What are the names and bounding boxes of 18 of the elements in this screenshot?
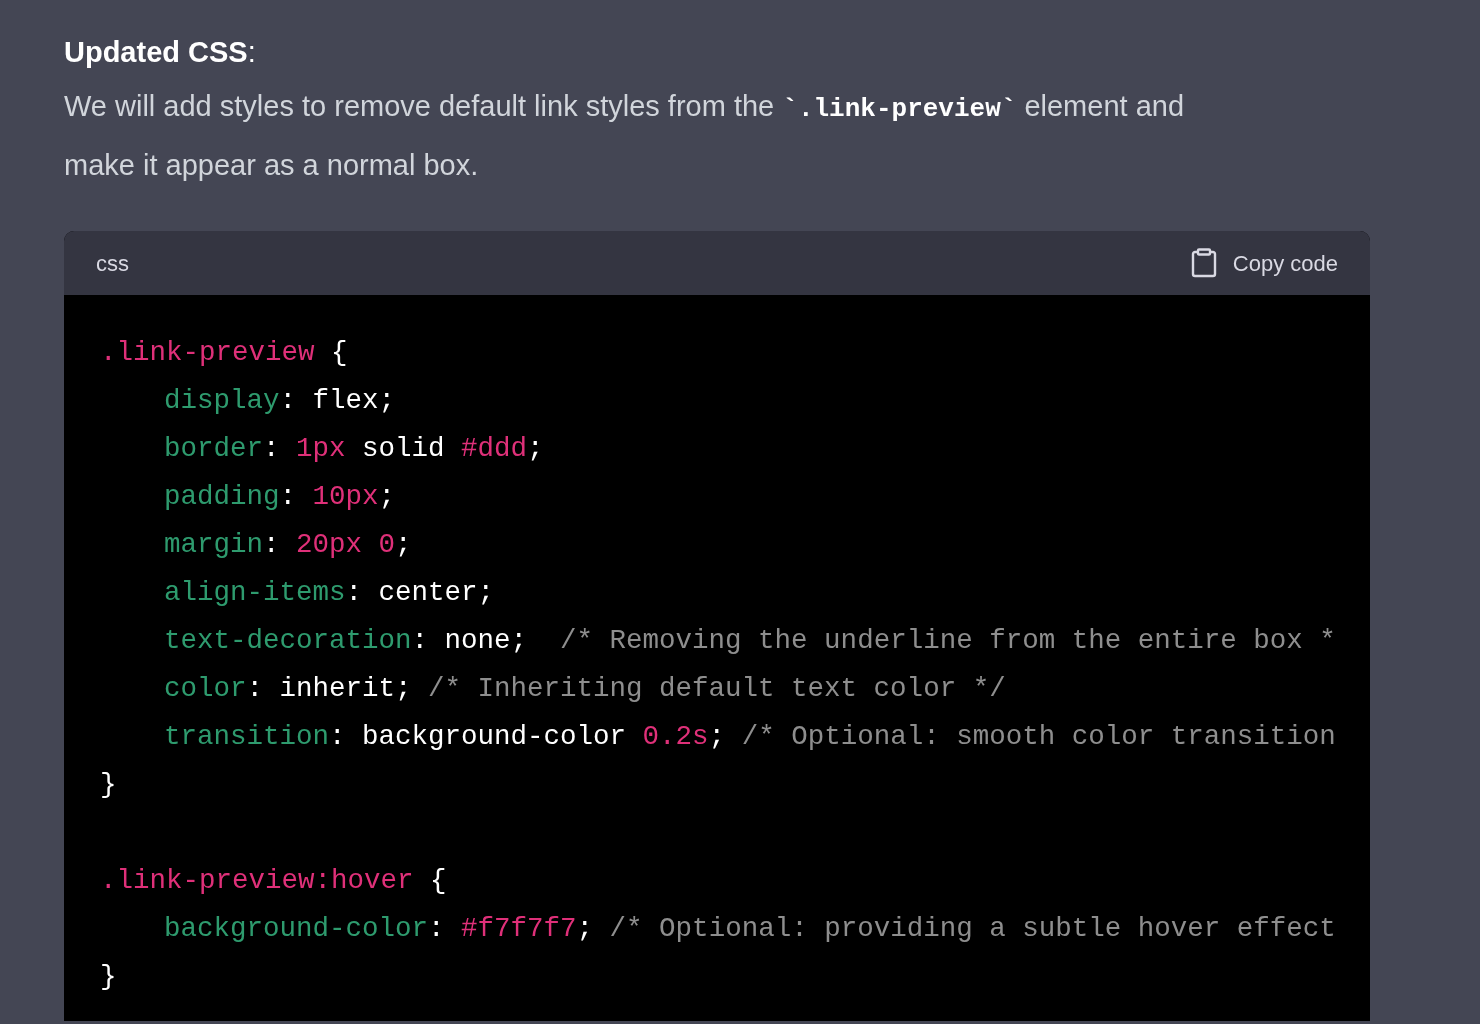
code-line: background-color: #f7f7f7; /* Optional: providing a subtle hover effect — [164, 913, 1336, 944]
code-line: color: inherit; /* Inheriting default text color */ — [164, 673, 1006, 704]
heading: Updated CSS: — [64, 35, 256, 70]
copy-code-button[interactable]: Copy code — [1190, 246, 1338, 280]
code-line: padding: 10px; — [164, 481, 396, 512]
code-line: margin: 20px 0; — [164, 529, 412, 560]
language-label: css — [96, 249, 129, 278]
code-line: text-decoration: none; /* Removing the underline from the entire box * — [164, 625, 1336, 656]
code-line: } — [100, 769, 117, 800]
paragraph: We will add styles to remove default link styles from the `.link-preview` element and make it appear as a normal box. — [64, 89, 1186, 183]
code-line: display: flex; — [164, 385, 396, 416]
code-line: .link-preview { — [100, 337, 348, 368]
code-line: } — [100, 961, 117, 992]
code-line: transition: background-color 0.2s; /* Optional: smooth color transition — [164, 721, 1336, 752]
clipboard-icon — [1190, 248, 1217, 278]
code-line: align-items: center; — [164, 577, 495, 608]
code-line: border: 1px solid #ddd; — [164, 433, 544, 464]
code-line: .link-preview:hover { — [100, 865, 447, 896]
